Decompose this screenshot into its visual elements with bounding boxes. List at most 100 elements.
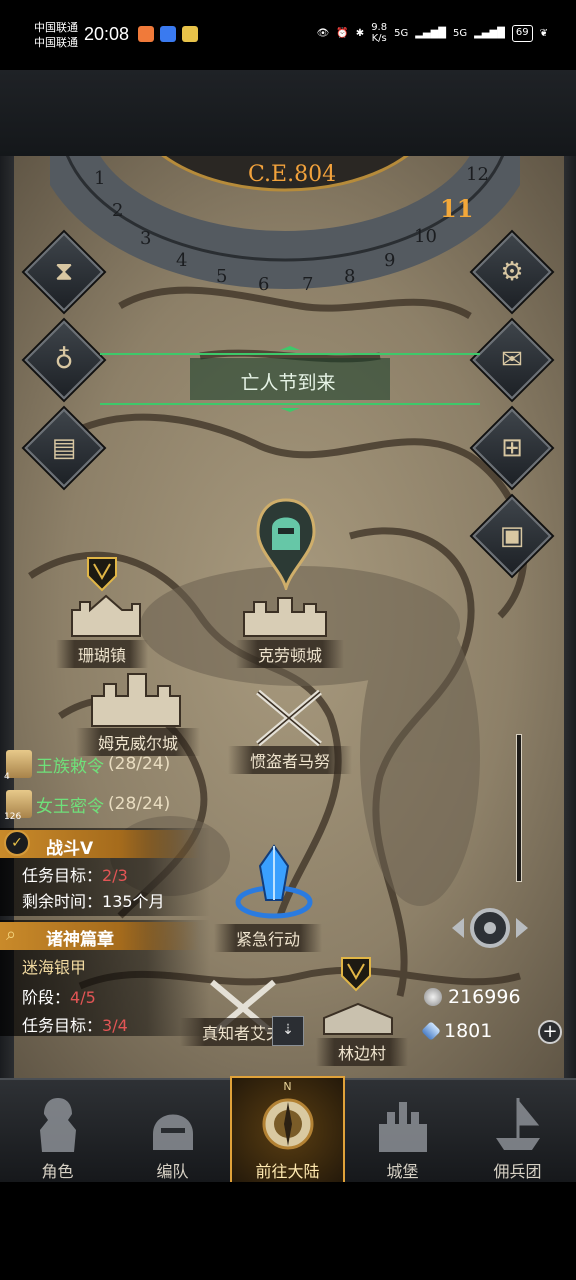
stage-value: 4/5 — [70, 988, 96, 1007]
month-11-current: 11 — [440, 194, 474, 223]
month-8: 8 — [344, 266, 356, 287]
compass-north-label: N — [283, 1080, 292, 1093]
settings-gear-icon: ⚙ — [500, 257, 524, 287]
month-12: 12 — [466, 164, 489, 185]
scroll-icon: 4 — [4, 750, 32, 782]
silver-amount: 216996 — [448, 986, 521, 1008]
order-royal-decree[interactable]: 4 王族敕令 (28/24) — [4, 750, 171, 782]
nav-castle[interactable]: 城堡 — [345, 1080, 460, 1184]
event-banner[interactable]: 亡人节到来 — [0, 368, 576, 395]
goal-value: 2/3 — [102, 866, 128, 885]
emergency-crystal-icon[interactable] — [234, 842, 314, 922]
month-9: 9 — [384, 250, 396, 271]
hourglass-icon: ⧗ — [54, 256, 74, 287]
status-icons: 👁 ⏰ ✱ 9.8 K/s 5G ▂▄▆█ 5G ▂▄▆█ 69 ❦ — [317, 22, 548, 44]
status-bar: 中国联通 中国联通 20:08 👁 ⏰ ✱ 9.8 K/s 5G ▂▄▆█ 5G ▂… — [0, 0, 576, 70]
nav-label: 城堡 — [386, 1162, 419, 1181]
battle-task-header[interactable] — [0, 830, 200, 858]
search-icon: ⌕ — [6, 924, 17, 945]
signal-bars-1-icon: ▂▄▆█ — [415, 27, 446, 39]
nav-label: 编队 — [156, 1162, 189, 1181]
order-progress: (28/24) — [108, 754, 171, 774]
guild-crest-icon — [87, 557, 117, 592]
app-notification-icon — [138, 26, 154, 42]
guild-crest-icon — [341, 957, 371, 992]
order-count: 126 — [4, 812, 22, 822]
net-speed: 9.8 K/s — [371, 22, 388, 44]
time-value: 135个月 — [102, 892, 165, 911]
location-coral-town[interactable]: 珊瑚镇 — [56, 640, 149, 668]
battle-task-time: 剩余时间：135个月 — [22, 888, 165, 912]
crystal-icon — [421, 1021, 441, 1041]
guild-board-icon: ⊞ — [501, 433, 523, 463]
add-resource-button[interactable]: + — [538, 1020, 562, 1044]
nav-character[interactable]: 角色 — [0, 1080, 115, 1184]
nav-label: 佣兵团 — [493, 1162, 542, 1181]
order-queen-secret[interactable]: 126 女王密令 (28/24) — [4, 790, 170, 822]
order-count: 4 — [4, 772, 10, 782]
locate-target-icon[interactable] — [448, 896, 532, 960]
goal-label: 任务目标： — [22, 1016, 103, 1035]
nav-formation[interactable]: 编队 — [115, 1080, 230, 1184]
month-1: 1 — [94, 168, 106, 189]
location-thief-manu[interactable]: 惯盗者马努 — [228, 746, 353, 774]
crystal-amount: 1801 — [444, 1020, 493, 1042]
map-scrollbar[interactable] — [516, 734, 522, 882]
location-kraughton[interactable]: 克劳顿城 — [236, 640, 345, 668]
knight-icon — [39, 1098, 76, 1152]
leaf-icon: ❦ — [539, 27, 548, 39]
nav-mercenary[interactable]: 佣兵团 — [460, 1080, 575, 1184]
mkwell-castle-icon[interactable] — [88, 666, 184, 728]
silver-resource: 216996 — [424, 986, 521, 1008]
compass-icon — [262, 1098, 313, 1150]
order-label: 女王密令 — [36, 796, 104, 817]
story-task-stage: 阶段：4/5 — [22, 984, 96, 1008]
story-task-subtitle: 迷海银甲 — [22, 958, 87, 977]
crossed-swords-icon[interactable] — [252, 686, 326, 750]
eye-icon: 👁 — [316, 27, 330, 39]
month-7: 7 — [302, 274, 314, 295]
month-5: 5 — [216, 266, 228, 287]
right-frame — [564, 156, 576, 1078]
nav-label: 角色 — [41, 1162, 74, 1181]
screen-bottom — [0, 1182, 576, 1280]
nav-continent[interactable]: N 前往大陆 — [230, 1076, 345, 1184]
battle-task-goal: 任务目标：2/3 — [22, 862, 128, 886]
signal-1: 5G — [394, 27, 409, 39]
clock: 20:08 — [84, 24, 130, 44]
selected-location-pin[interactable] — [256, 498, 316, 590]
carrier-1: 中国联通 — [34, 21, 78, 34]
top-frame — [0, 70, 576, 156]
kraughton-castle-icon[interactable] — [240, 586, 330, 638]
story-task-goal: 任务目标：3/4 — [22, 1012, 128, 1036]
goal-label: 任务目标： — [22, 866, 103, 885]
ship-icon — [495, 1097, 540, 1150]
stage-label: 阶段： — [22, 988, 71, 1007]
signal-bars-2-icon: ▂▄▆█ — [474, 27, 505, 39]
castle-icon — [378, 1102, 427, 1152]
month-6: 6 — [258, 274, 270, 295]
coral-town-castle-icon[interactable] — [66, 586, 146, 638]
scroll-map-icon: ▤ — [51, 433, 77, 463]
collapse-panel-button[interactable]: ⇣ — [272, 1016, 304, 1046]
signal-2: 5G — [452, 27, 468, 39]
story-task-title: 诸神篇章 — [46, 930, 114, 950]
order-label: 王族敕令 — [36, 756, 104, 777]
carrier-names: 中国联通 中国联通 — [34, 20, 78, 50]
month-10: 10 — [414, 226, 437, 247]
forest-village-hut-icon[interactable] — [320, 1002, 396, 1036]
battle-task-icon: ✓ — [4, 830, 30, 856]
alarm-icon: ⏰ — [336, 27, 349, 39]
goal-value: 3/4 — [102, 1016, 128, 1035]
month-4: 4 — [176, 250, 188, 271]
location-forest-village[interactable]: 林边村 — [316, 1038, 409, 1066]
silver-coin-icon — [424, 988, 442, 1006]
location-emergency[interactable]: 紧急行动 — [214, 924, 323, 952]
battle-task-title: 战斗V — [46, 839, 94, 859]
helmet-icon — [152, 1114, 193, 1150]
month-3: 3 — [140, 228, 152, 249]
month-2: 2 — [112, 200, 124, 221]
supplies-icon: ▣ — [499, 521, 525, 551]
time-label: 剩余时间： — [22, 892, 103, 911]
photo-app-icon — [182, 26, 198, 42]
